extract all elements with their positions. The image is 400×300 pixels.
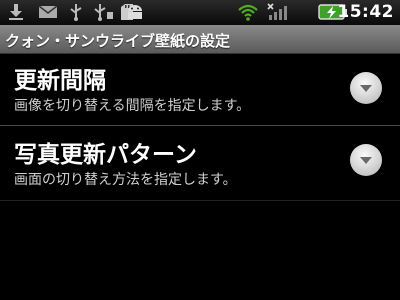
no-sim-signal-icon [267,3,287,20]
divider [0,125,400,126]
preference-summary: 画像を切り替える間隔を指定します。 [14,98,251,114]
page-title: クォン・サンウライブ壁紙の設定 [5,32,231,50]
android-icon [128,5,142,19]
preference-title: 更新間隔 [14,68,106,94]
status-clock: 15:42 [337,2,394,22]
dropdown-button[interactable] [350,72,382,104]
wifi-icon [238,4,258,21]
chevron-down-icon [360,85,372,92]
dropdown-button[interactable] [350,144,382,176]
mail-icon [38,5,58,18]
title-bar: クォン・サンウライブ壁紙の設定 [0,25,400,54]
status-bar: 15:42 [0,0,400,25]
preference-summary: 画面の切り替え方法を指定します。 [14,172,237,188]
usb-icon [70,4,82,21]
preference-photo-pattern[interactable]: 写真更新パターン 画面の切り替え方法を指定します。 [0,127,400,199]
usb-debug-icon [94,4,113,21]
download-icon [9,4,23,20]
chevron-down-icon [360,157,372,164]
preference-title: 写真更新パターン [14,142,197,168]
preference-update-interval[interactable]: 更新間隔 画像を切り替える間隔を指定します。 [0,53,400,123]
divider [0,200,400,201]
